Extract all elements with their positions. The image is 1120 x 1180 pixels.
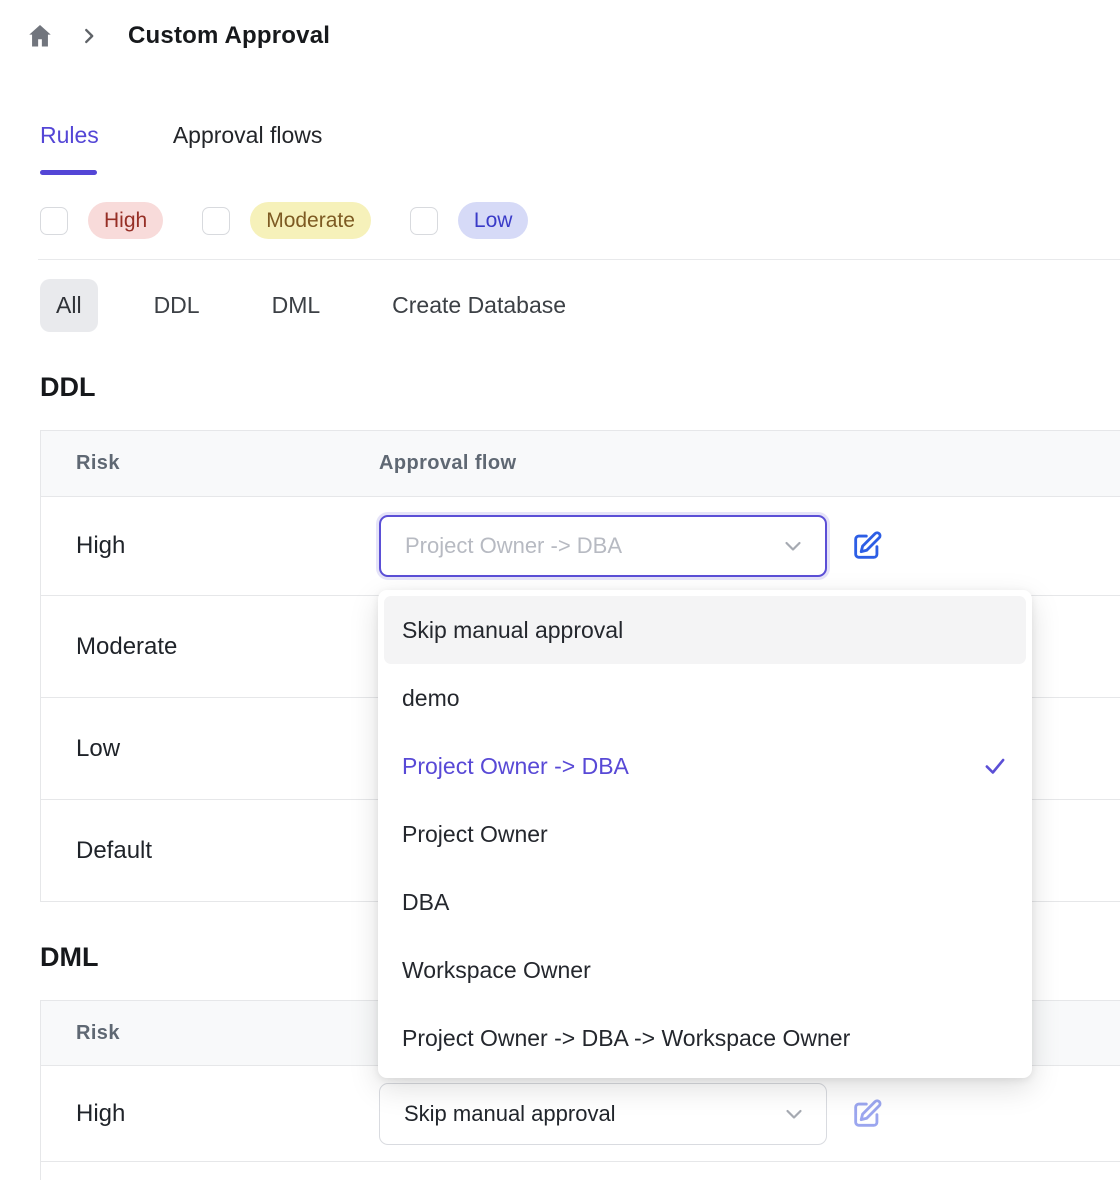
badge-moderate: Moderate (250, 202, 371, 239)
category-tab-all-label: All (56, 292, 82, 319)
badge-low: Low (458, 202, 529, 239)
category-tab-create-database-label: Create Database (392, 292, 566, 319)
category-tab-all[interactable]: All (40, 279, 98, 332)
filter-moderate: Moderate (202, 202, 371, 239)
dropdown-item-label: Skip manual approval (402, 617, 623, 644)
ddl-col-approval-flow: Approval flow (379, 452, 516, 475)
ddl-section-heading: DDL (40, 372, 96, 403)
category-tab-dml-label: DML (272, 292, 321, 319)
category-tab-ddl[interactable]: DDL (138, 279, 216, 332)
checkmark-icon (982, 753, 1008, 779)
approval-flow-dropdown-menu: Skip manual approval demo Project Owner … (378, 590, 1032, 1078)
page-title: Custom Approval (128, 22, 330, 50)
dropdown-item-label: demo (402, 685, 460, 712)
checkbox-high[interactable] (40, 207, 68, 235)
tab-bar: Rules Approval flows (40, 122, 322, 167)
approval-flow-cell: Project Owner -> DBA (379, 515, 887, 577)
edit-pencil-square-icon (850, 1097, 884, 1131)
risk-cell: High (41, 1100, 379, 1128)
section-divider (38, 259, 1120, 260)
checkbox-moderate[interactable] (202, 207, 230, 235)
breadcrumb: Custom Approval (26, 22, 330, 50)
dropdown-item-dba[interactable]: DBA (384, 868, 1026, 936)
category-tab-create-database[interactable]: Create Database (376, 279, 582, 332)
category-tab-dml[interactable]: DML (256, 279, 337, 332)
tab-approval-flows[interactable]: Approval flows (173, 122, 323, 167)
table-row-partial (41, 1162, 1120, 1180)
dropdown-item-demo[interactable]: demo (384, 664, 1026, 732)
dropdown-item-project-owner[interactable]: Project Owner (384, 800, 1026, 868)
dml-col-risk: Risk (41, 1022, 379, 1045)
badge-high: High (88, 202, 163, 239)
chevron-down-icon (782, 1102, 806, 1126)
checkbox-low[interactable] (410, 207, 438, 235)
chevron-right-icon (78, 25, 100, 47)
risk-cell: High (41, 532, 379, 560)
ddl-table-header: Risk Approval flow (41, 431, 1120, 497)
ddl-col-risk: Risk (41, 452, 379, 475)
select-value: Skip manual approval (404, 1101, 616, 1127)
risk-filter-row: High Moderate Low (40, 202, 528, 239)
risk-cell: Low (41, 735, 379, 763)
dropdown-item-project-owner-dba[interactable]: Project Owner -> DBA (384, 732, 1026, 800)
category-tab-ddl-label: DDL (154, 292, 200, 319)
filter-high: High (40, 202, 163, 239)
home-icon[interactable] (26, 22, 54, 50)
dropdown-item-label: Project Owner (402, 821, 548, 848)
approval-flow-cell: Skip manual approval (379, 1083, 887, 1145)
dropdown-item-project-owner-dba-workspace-owner[interactable]: Project Owner -> DBA -> Workspace Owner (384, 1004, 1026, 1072)
dropdown-item-label: DBA (402, 889, 449, 916)
custom-approval-page: Custom Approval Rules Approval flows Hig… (0, 0, 1120, 1180)
chevron-down-icon (781, 534, 805, 558)
dropdown-item-label: Project Owner -> DBA -> Workspace Owner (402, 1025, 850, 1052)
risk-cell: Default (41, 837, 379, 865)
table-row-dml-high: High Skip manual approval (41, 1066, 1120, 1162)
category-tab-bar: All DDL DML Create Database (40, 279, 582, 332)
dropdown-item-skip-manual-approval[interactable]: Skip manual approval (384, 596, 1026, 664)
edit-pencil-square-icon (850, 529, 884, 563)
dropdown-item-label: Workspace Owner (402, 957, 591, 984)
dropdown-item-workspace-owner[interactable]: Workspace Owner (384, 936, 1026, 1004)
edit-approval-flow-button[interactable] (847, 1094, 887, 1134)
risk-cell: Moderate (41, 633, 379, 661)
select-value: Project Owner -> DBA (405, 533, 622, 559)
filter-low: Low (410, 202, 529, 239)
table-row-ddl-high: High Project Owner -> DBA (41, 497, 1120, 596)
edit-approval-flow-button[interactable] (847, 526, 887, 566)
approval-flow-select-ddl-high[interactable]: Project Owner -> DBA (379, 515, 827, 577)
dml-section-heading: DML (40, 942, 98, 973)
approval-flow-select-dml-high[interactable]: Skip manual approval (379, 1083, 827, 1145)
tab-rules[interactable]: Rules (40, 122, 99, 167)
dropdown-item-label: Project Owner -> DBA (402, 753, 629, 780)
